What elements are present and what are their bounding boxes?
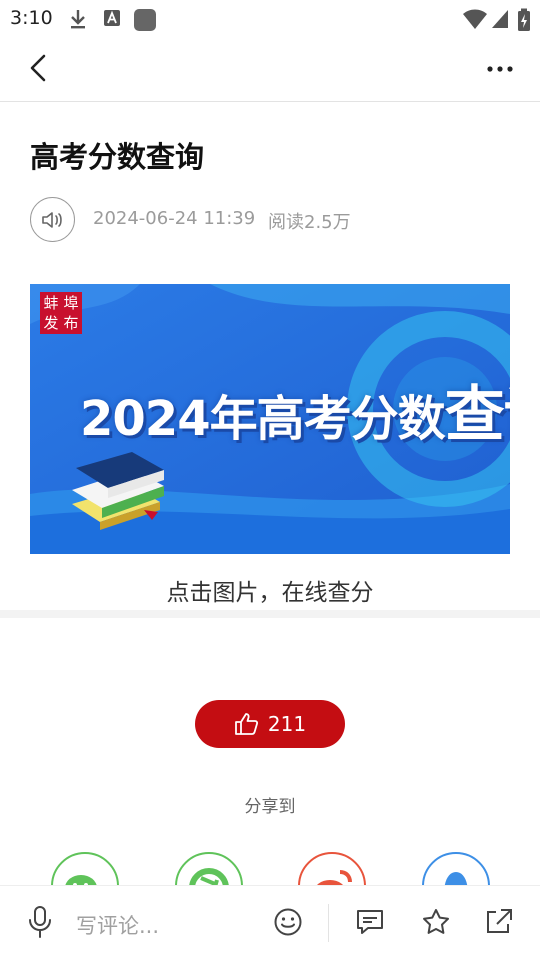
- thumbs-up-icon: [235, 713, 258, 735]
- app-notification-icon: [102, 8, 122, 32]
- article-title: 高考分数查询: [30, 140, 205, 174]
- banner-headline-suffix: 查询: [444, 380, 510, 450]
- back-arrow-icon: [30, 54, 46, 82]
- like-button[interactable]: 211: [195, 700, 345, 748]
- article-banner-image[interactable]: 蚌埠发布 2024年高考分数查询: [30, 284, 510, 554]
- status-bar: 3:10: [0, 0, 540, 36]
- share-wechat-button[interactable]: [51, 852, 119, 885]
- read-aloud-button[interactable]: [30, 197, 75, 242]
- signal-icon: [490, 8, 510, 34]
- battery-icon: [517, 8, 531, 36]
- moments-icon: [189, 868, 229, 885]
- share-external-icon: [487, 909, 512, 933]
- share-qq-button[interactable]: [422, 852, 490, 885]
- speaker-icon: [41, 211, 62, 228]
- bottom-action-bar: 写评论...: [0, 885, 540, 960]
- banner-headline: 2024年高考分数查询: [80, 366, 510, 453]
- logo-seal: 蚌埠发布: [40, 292, 82, 334]
- more-dots-icon: [487, 66, 513, 72]
- download-icon: [68, 8, 88, 34]
- read-count: 阅读2.5万: [268, 212, 351, 233]
- share-weibo-button[interactable]: [298, 852, 366, 885]
- star-icon: [423, 909, 449, 934]
- comment-icon: [357, 910, 383, 934]
- comments-button[interactable]: [352, 904, 388, 940]
- publish-date: 2024-06-24 11:39: [93, 208, 256, 229]
- voice-input-button[interactable]: [22, 904, 58, 940]
- app-bar: [0, 36, 540, 102]
- share-moments-button[interactable]: [175, 852, 243, 885]
- bottom-bar-separator: [328, 904, 329, 942]
- more-options-button[interactable]: [482, 54, 518, 84]
- emoji-button[interactable]: [270, 904, 306, 940]
- status-time: 3:10: [10, 7, 53, 29]
- content-divider: [0, 610, 540, 618]
- wechat-icon: [65, 875, 97, 885]
- wifi-icon: [462, 8, 488, 34]
- app-square-icon: [133, 8, 157, 36]
- share-targets: [0, 852, 540, 885]
- favorite-button[interactable]: [418, 904, 454, 940]
- qq-icon: [444, 872, 468, 885]
- emoji-icon: [274, 908, 302, 936]
- microphone-icon: [29, 906, 51, 938]
- comment-input[interactable]: 写评论...: [76, 910, 159, 940]
- weibo-icon: [317, 870, 352, 885]
- share-label: 分享到: [244, 797, 296, 817]
- share-button[interactable]: [481, 904, 517, 940]
- banner-headline-prefix: 2024年高考分数: [80, 391, 446, 447]
- image-caption: 点击图片，在线查分: [166, 580, 374, 606]
- like-count: 211: [267, 712, 307, 736]
- back-button[interactable]: [22, 50, 58, 86]
